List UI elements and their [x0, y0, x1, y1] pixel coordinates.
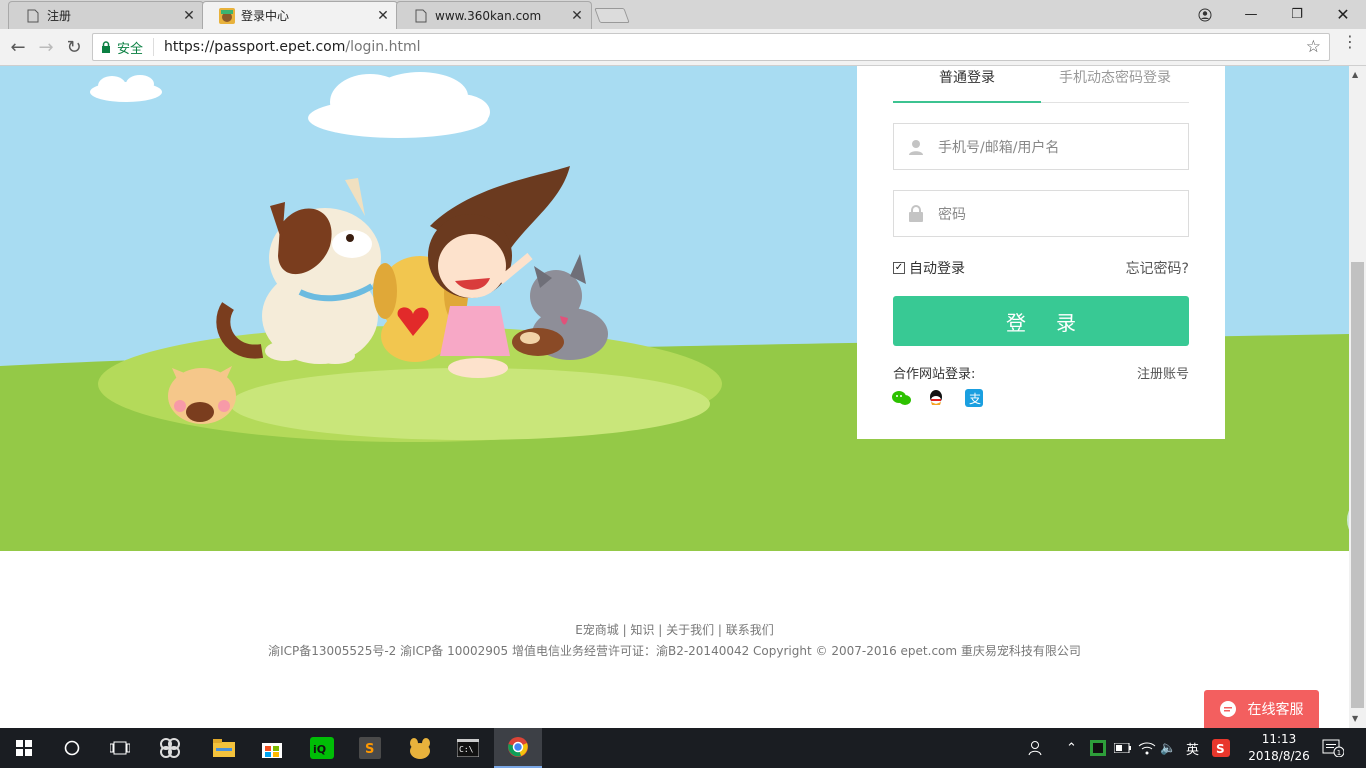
- svg-text:支: 支: [969, 392, 981, 406]
- browser-tab-strip: 注册 ✕ 登录中心 ✕ www.360kan.com ✕ — ❐ ✕: [0, 0, 1366, 29]
- pet-app-icon[interactable]: [396, 728, 444, 768]
- lock-icon: [894, 205, 938, 222]
- new-tab-button[interactable]: [594, 8, 630, 23]
- notification-count: 1: [1337, 749, 1341, 757]
- taskbar-clock[interactable]: 11:13 2018/8/26: [1240, 731, 1318, 765]
- user-icon: [894, 139, 938, 155]
- login-button[interactable]: 登录: [893, 296, 1189, 346]
- sogou-ime-icon[interactable]: S: [1212, 728, 1230, 768]
- password-field[interactable]: 密码: [893, 190, 1189, 237]
- close-window-button[interactable]: ✕: [1320, 0, 1366, 29]
- username-field[interactable]: 手机号/邮箱/用户名: [893, 123, 1189, 170]
- minimize-button[interactable]: —: [1228, 0, 1274, 29]
- show-hidden-icons-icon[interactable]: ⌃: [1066, 728, 1077, 768]
- auto-login-checkbox[interactable]: ✓: [893, 262, 905, 274]
- chrome-taskbar-icon[interactable]: [494, 728, 542, 768]
- tab-sms-login[interactable]: 手机动态密码登录: [1041, 67, 1189, 87]
- svg-text:S: S: [1216, 742, 1225, 756]
- windows-taskbar: iQ S C:\ ⌃ 🔈 英 S 11:13 2018/8/26 1: [0, 728, 1366, 768]
- wechat-icon[interactable]: [892, 389, 912, 407]
- scroll-down-arrow-icon[interactable]: ▼: [1352, 714, 1358, 723]
- tab-title: 注册: [47, 9, 72, 23]
- people-icon[interactable]: [1028, 728, 1046, 768]
- scrollbar-thumb[interactable]: [1351, 262, 1364, 708]
- tab-normal-login[interactable]: 普通登录: [893, 67, 1041, 103]
- alipay-icon[interactable]: 支: [964, 389, 984, 407]
- footer-legal: 渝ICP备13005525号-2 渝ICP备 10002905 增值电信业务经营…: [268, 644, 1081, 658]
- scroll-up-arrow-icon[interactable]: ▲: [1352, 70, 1358, 79]
- password-placeholder: 密码: [938, 206, 966, 223]
- volume-icon[interactable]: 🔈: [1160, 728, 1176, 768]
- clock-date: 2018/8/26: [1248, 749, 1310, 763]
- tab-title: www.360kan.com: [435, 8, 542, 23]
- login-panel: 普通登录 手机动态密码登录 手机号/邮箱/用户名 密码 ✓ 自动登录 忘记密码?: [857, 66, 1225, 439]
- auto-login[interactable]: ✓ 自动登录: [893, 258, 965, 278]
- url-host: https://passport.epet.com: [164, 39, 346, 55]
- back-button[interactable]: ←: [5, 34, 31, 60]
- lock-icon: [102, 41, 110, 53]
- tab-360kan[interactable]: www.360kan.com ✕: [396, 1, 592, 29]
- tab-register[interactable]: 注册 ✕: [8, 1, 204, 29]
- online-service-button[interactable]: 在线客服: [1204, 690, 1319, 728]
- ime-indicator[interactable]: 英: [1186, 728, 1199, 768]
- footer-links[interactable]: E宠商城 | 知识 | 关于我们 | 联系我们: [0, 621, 1349, 638]
- chrome-menu-button[interactable]: ⋮: [1342, 34, 1358, 50]
- chat-bubble-icon: [1219, 701, 1236, 717]
- start-button[interactable]: [0, 728, 48, 768]
- secure-indicator[interactable]: 安全: [93, 38, 155, 57]
- reload-button[interactable]: ↻: [61, 34, 87, 60]
- page-icon: [25, 8, 41, 24]
- svg-text:iQ: iQ: [313, 743, 326, 756]
- wifi-icon[interactable]: [1138, 728, 1156, 768]
- iqiyi-icon[interactable]: iQ: [298, 728, 346, 768]
- address-bar[interactable]: 安全 https://passport.epet.com/login.html …: [92, 33, 1330, 61]
- tab-title: 登录中心: [241, 9, 290, 23]
- action-center-icon[interactable]: 1: [1322, 728, 1344, 768]
- clock-time: 11:13: [1261, 732, 1297, 746]
- profile-icon[interactable]: [1182, 0, 1228, 29]
- register-link[interactable]: 注册账号: [1137, 363, 1189, 382]
- login-tabs: 普通登录 手机动态密码登录: [893, 66, 1189, 103]
- secure-label: 安全: [117, 41, 144, 57]
- browser-toolbar: ← → ↻ 安全 https://passport.epet.com/login…: [0, 29, 1366, 66]
- battery-icon[interactable]: [1114, 728, 1132, 768]
- forgot-password-link[interactable]: 忘记密码?: [1126, 258, 1189, 278]
- url-text: https://passport.epet.com/login.html: [154, 39, 421, 55]
- page-viewport: 普通登录 手机动态密码登录 手机号/邮箱/用户名 密码 ✓ 自动登录 忘记密码?: [0, 66, 1349, 728]
- svg-text:C:\: C:\: [459, 745, 474, 754]
- close-icon[interactable]: ✕: [569, 8, 585, 24]
- store-icon[interactable]: [248, 728, 296, 768]
- terminal-icon[interactable]: C:\: [444, 728, 492, 768]
- online-service-label: 在线客服: [1247, 702, 1304, 718]
- qq-icon[interactable]: [926, 389, 946, 407]
- restore-button[interactable]: ❐: [1274, 0, 1320, 29]
- green-tray-app-icon[interactable]: [1090, 728, 1106, 768]
- cortana-search-icon[interactable]: [48, 728, 96, 768]
- hero-banner: 普通登录 手机动态密码登录 手机号/邮箱/用户名 密码 ✓ 自动登录 忘记密码?: [0, 66, 1349, 551]
- forward-button[interactable]: →: [33, 34, 59, 60]
- username-placeholder: 手机号/邮箱/用户名: [938, 139, 1060, 156]
- epet-favicon-icon: [219, 7, 235, 24]
- close-icon[interactable]: ✕: [375, 8, 391, 24]
- bookmark-star-icon[interactable]: ☆: [1306, 37, 1321, 57]
- pinwheel-app-icon[interactable]: [146, 728, 194, 768]
- svg-text:S: S: [365, 742, 374, 757]
- tab-login-center[interactable]: 登录中心 ✕: [202, 1, 398, 29]
- close-icon[interactable]: ✕: [181, 8, 197, 24]
- page-icon: [413, 8, 429, 24]
- auto-login-label: 自动登录: [909, 261, 965, 277]
- sublime-text-icon[interactable]: S: [346, 728, 394, 768]
- partner-login-label: 合作网站登录:: [893, 367, 976, 382]
- file-explorer-icon[interactable]: [200, 728, 248, 768]
- url-path: /login.html: [345, 39, 421, 55]
- task-view-icon[interactable]: [96, 728, 144, 768]
